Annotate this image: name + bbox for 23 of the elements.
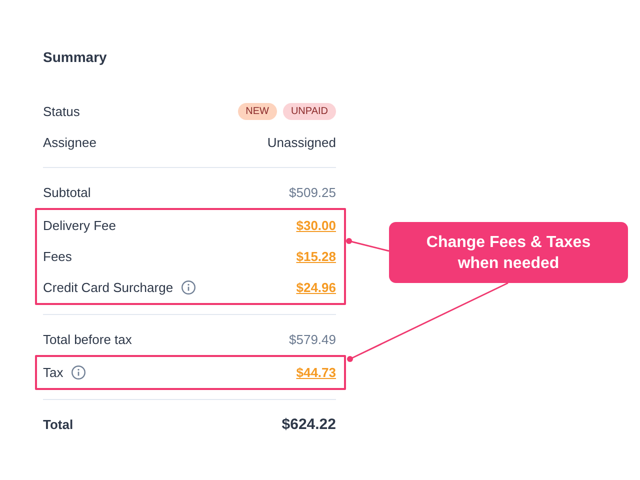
amount-link[interactable]: $30.00 xyxy=(296,218,336,233)
amount-link[interactable]: $24.96 xyxy=(296,280,336,295)
status-badge: UNPAID xyxy=(282,103,336,120)
row-value: $579.49 xyxy=(289,332,336,347)
amount-link[interactable]: $44.73 xyxy=(296,365,336,380)
row-label: Total xyxy=(43,417,74,432)
row-value: Unassigned xyxy=(267,135,336,150)
row-label: Delivery Fee xyxy=(43,218,116,233)
row-label: Credit Card Surcharge xyxy=(43,280,174,295)
info-icon[interactable] xyxy=(71,365,86,380)
total-value: $624.22 xyxy=(282,416,336,433)
row-label: Subtotal xyxy=(43,185,91,200)
summary-title: Summary xyxy=(43,49,108,65)
row-label: Tax xyxy=(43,365,64,380)
callout-note: Change Fees & Taxes when needed xyxy=(389,222,628,283)
info-icon[interactable] xyxy=(181,280,196,295)
row-label: Total before tax xyxy=(43,332,132,347)
row-label: Status xyxy=(43,104,80,119)
row-label: Assignee xyxy=(43,135,96,150)
amount-link[interactable]: $15.28 xyxy=(296,249,336,264)
row-label: Fees xyxy=(43,249,72,264)
row-value: $509.25 xyxy=(289,185,336,200)
status-badge: NEW xyxy=(238,103,277,120)
